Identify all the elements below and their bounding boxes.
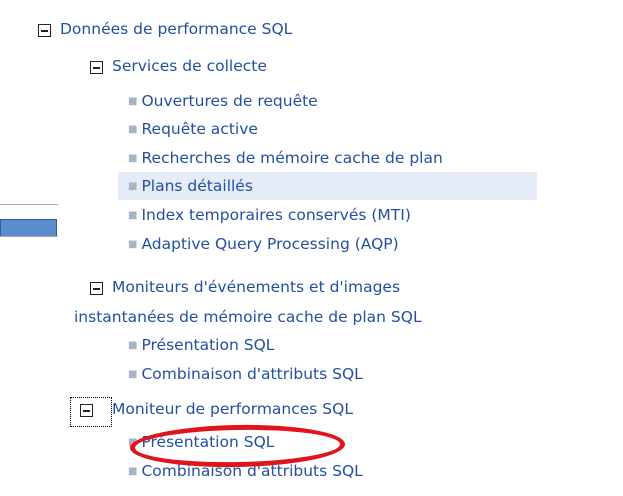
square-bullet-icon: ■	[128, 96, 138, 107]
left-pane-selected-bar[interactable]	[0, 219, 57, 237]
collapse-icon[interactable]	[38, 24, 51, 37]
tree-item[interactable]: ■ Requête active	[128, 120, 258, 138]
square-bullet-icon: ■	[128, 239, 138, 250]
tree-item[interactable]: ■ Combinaison d'attributs SQL	[128, 365, 363, 383]
square-bullet-icon: ■	[128, 153, 138, 164]
square-bullet-icon: ■	[128, 466, 138, 477]
tree-item[interactable]: ■ Index temporaires conservés (MTI)	[128, 206, 411, 224]
left-pane-divider-lower	[0, 236, 58, 237]
tree-item-selected[interactable]: ■ Plans détaillés	[128, 177, 253, 195]
square-bullet-icon: ■	[128, 210, 138, 221]
square-bullet-icon: ■	[128, 181, 138, 192]
square-bullet-icon: ■	[128, 124, 138, 135]
tree-item[interactable]: ■ Ouvertures de requête	[128, 92, 318, 110]
tree-item[interactable]: ■ Recherches de mémoire cache de plan	[128, 149, 443, 167]
tree-node-monitors-label-line1[interactable]: Moniteurs d'événements et d'images	[112, 278, 400, 296]
left-pane-divider	[0, 204, 58, 205]
tree-node-monitors-label-line2[interactable]: instantanées de mémoire cache de plan SQ…	[74, 308, 422, 326]
collapse-icon[interactable]	[90, 61, 103, 74]
tree-node-services-label[interactable]: Services de collecte	[112, 57, 267, 75]
tree-item[interactable]: ■ Présentation SQL	[128, 336, 274, 354]
tree-root-label[interactable]: Données de performance SQL	[60, 20, 292, 38]
square-bullet-icon: ■	[128, 340, 138, 351]
collapse-icon[interactable]	[90, 282, 103, 295]
collapse-icon[interactable]	[80, 404, 93, 417]
tree-node-perf-monitor-label[interactable]: Moniteur de performances SQL	[112, 400, 353, 418]
tree-item[interactable]: ■ Adaptive Query Processing (AQP)	[128, 235, 399, 253]
square-bullet-icon: ■	[128, 369, 138, 380]
